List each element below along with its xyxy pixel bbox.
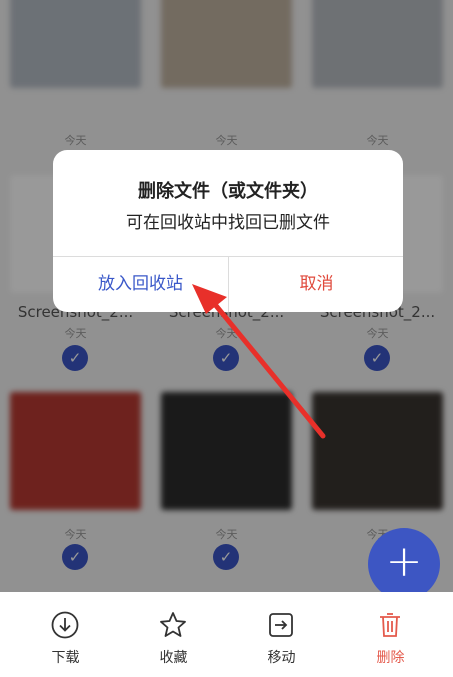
dialog-message: 可在回收站中找回已删文件 — [126, 213, 330, 233]
trash-icon — [380, 613, 400, 637]
add-button[interactable]: + — [368, 528, 440, 600]
bottom-action-bar: 下载 收藏 移动 删除 — [0, 592, 453, 677]
delete-label: 删除 — [376, 650, 405, 666]
favorite-button[interactable]: 收藏 — [117, 592, 230, 677]
move-button[interactable]: 移动 — [225, 592, 338, 677]
move-label: 移动 — [267, 650, 296, 666]
download-icon — [51, 611, 79, 639]
favorite-label: 收藏 — [159, 650, 188, 666]
move-icon — [269, 613, 293, 637]
delete-confirm-dialog: 删除文件（或文件夹） 可在回收站中找回已删文件 放入回收站 取消 — [53, 150, 403, 312]
cancel-button[interactable]: 取消 — [229, 257, 403, 312]
download-label: 下载 — [51, 650, 80, 666]
delete-button[interactable]: 删除 — [334, 592, 447, 677]
move-to-recycle-bin-button[interactable]: 放入回收站 — [53, 257, 228, 312]
star-icon — [160, 612, 186, 637]
download-button[interactable]: 下载 — [9, 592, 122, 677]
dialog-title: 删除文件（或文件夹） — [138, 181, 318, 202]
